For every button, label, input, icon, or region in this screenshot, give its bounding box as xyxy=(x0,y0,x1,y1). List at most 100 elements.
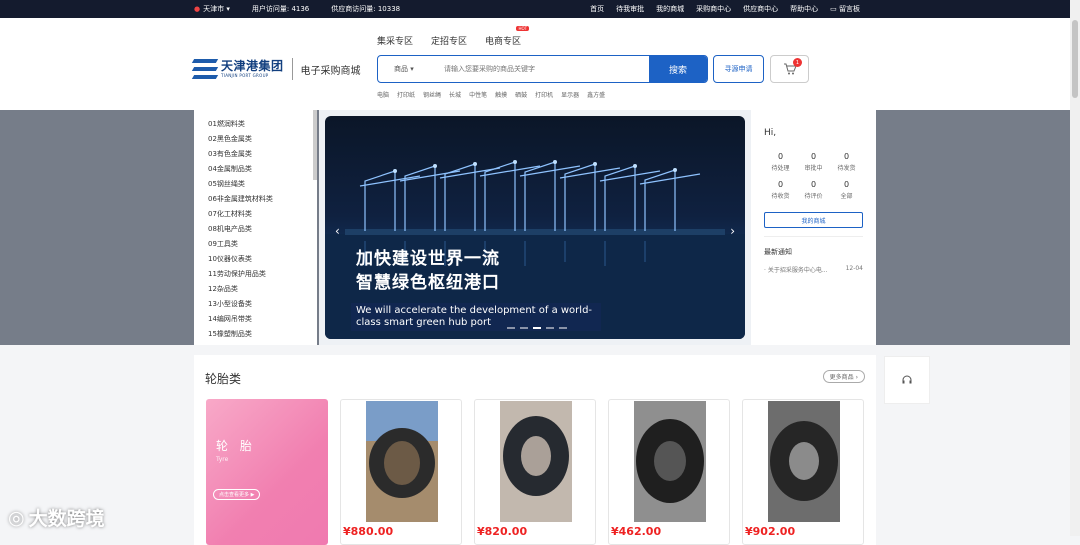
promo-subtitle: Tyre xyxy=(216,456,229,463)
category-item[interactable]: 03有色金属类 xyxy=(208,147,317,162)
category-scrollbar[interactable] xyxy=(313,110,317,180)
carousel-dot-active[interactable] xyxy=(533,327,541,329)
carousel-dot[interactable] xyxy=(507,327,515,329)
nav-my-mall[interactable]: 我的商城 xyxy=(656,4,684,14)
arrow-right-icon: › xyxy=(855,374,858,381)
hot-word[interactable]: 显示器 xyxy=(561,90,579,99)
category-item[interactable]: 08机电产品类 xyxy=(208,222,317,237)
nav-help[interactable]: 帮助中心 xyxy=(790,4,818,14)
hot-word[interactable]: 打印纸 xyxy=(397,90,415,99)
customer-service-button[interactable] xyxy=(884,356,930,404)
hot-badge: HOT xyxy=(516,26,530,31)
category-item[interactable]: 06非金属建筑材料类 xyxy=(208,192,317,207)
category-promo-card[interactable]: 轮 胎 Tyre 点击查看更多 ▶ xyxy=(206,399,328,545)
category-item[interactable]: 01燃润料类 xyxy=(208,117,317,132)
search-button[interactable]: 搜索 xyxy=(649,56,707,82)
hot-word[interactable]: 硒鼓 xyxy=(515,90,527,99)
more-products-button[interactable]: 更多商品 › xyxy=(822,370,865,383)
hot-word[interactable]: 电脑 xyxy=(377,90,389,99)
hot-word[interactable]: 钢丝绳 xyxy=(423,90,441,99)
tyre-image xyxy=(634,401,706,522)
carousel-next-arrow-icon[interactable]: › xyxy=(730,224,735,238)
message-icon: ▭ xyxy=(830,5,837,13)
user-greeting: Hi, xyxy=(764,128,777,138)
banner-carousel: 加快建设世界一流 智慧绿色枢纽港口 We will accelerate the… xyxy=(319,110,751,345)
product-card[interactable]: ¥462.00 xyxy=(608,399,730,545)
cart-button[interactable]: 1 xyxy=(770,55,809,83)
hot-word[interactable]: 打印机 xyxy=(535,90,553,99)
category-item[interactable]: 04金属制品类 xyxy=(208,162,317,177)
stat-to-receive[interactable]: 0 待收货 xyxy=(764,180,797,200)
category-item[interactable]: 10仪器仪表类 xyxy=(208,252,317,267)
nav-approval[interactable]: 待我审批 xyxy=(616,4,644,14)
notice-item[interactable]: · 关于招采服务中心电... 12-04 xyxy=(764,265,863,274)
logo-mark-icon xyxy=(191,59,219,79)
top-bar: ● 天津市 ▾ 用户访问量: 4136 供应商访问量: 10338 首页 待我审批… xyxy=(0,0,1080,18)
hot-search-words: 电脑 打印纸 钢丝绳 长城 中性笔 触摸 硒鼓 打印机 显示器 鑫方盛 xyxy=(377,90,605,99)
product-price: ¥820.00 xyxy=(477,525,528,538)
tyre-image xyxy=(768,401,840,522)
product-card[interactable]: ¥902.00 xyxy=(742,399,864,545)
category-item[interactable]: 12杂品类 xyxy=(208,282,317,297)
nav-buyer-center[interactable]: 采购商中心 xyxy=(696,4,731,14)
location-pin-icon: ● xyxy=(194,5,201,13)
product-price: ¥462.00 xyxy=(611,525,662,538)
search-bar: 商品 ▾ 搜索 xyxy=(377,55,708,83)
nav-home[interactable]: 首页 xyxy=(590,4,604,14)
hot-word[interactable]: 中性笔 xyxy=(469,90,487,99)
product-card[interactable]: ¥880.00 xyxy=(340,399,462,545)
nav-message-board[interactable]: ▭ 留言板 xyxy=(830,4,860,14)
scrollbar-thumb[interactable] xyxy=(1072,20,1078,98)
watermark-logo-icon: ◎ xyxy=(8,506,25,529)
hot-word[interactable]: 鑫方盛 xyxy=(587,90,605,99)
nav-supplier-center[interactable]: 供应商中心 xyxy=(743,4,778,14)
tyre-section: 轮胎类 更多商品 › 轮 胎 Tyre 点击查看更多 ▶ ¥880.00 ¥82… xyxy=(194,355,876,545)
category-item[interactable]: 13小型设备类 xyxy=(208,297,317,312)
city-selector[interactable]: ● 天津市 ▾ xyxy=(194,4,230,14)
hot-word[interactable]: 长城 xyxy=(449,90,461,99)
user-panel: Hi, 0 待处理 0 审批中 0 待发货 0 待收货 0 待评价 0 全部 我的商城 最新… xyxy=(751,110,876,345)
my-mall-button[interactable]: 我的商城 xyxy=(764,212,863,228)
divider xyxy=(764,236,863,237)
search-category-select[interactable]: 商品 ▾ xyxy=(378,56,430,82)
category-item[interactable]: 14编网吊带类 xyxy=(208,312,317,327)
product-card[interactable]: ¥820.00 xyxy=(474,399,596,545)
headset-icon xyxy=(902,375,912,384)
tab-fixed-tender[interactable]: 定招专区 xyxy=(431,34,467,47)
zone-tabs: 集采专区 定招专区 电商专区 HOT xyxy=(377,26,530,47)
category-item[interactable]: 02黑色金属类 xyxy=(208,132,317,147)
page-scrollbar[interactable] xyxy=(1070,0,1080,536)
hot-word[interactable]: 触摸 xyxy=(495,90,507,99)
product-price: ¥880.00 xyxy=(343,525,394,538)
category-item[interactable]: 09工具类 xyxy=(208,237,317,252)
site-logo[interactable]: 天津港集团 TIANJIN PORT GROUP 电子采购商城 xyxy=(191,58,361,80)
banner-slide[interactable]: 加快建设世界一流 智慧绿色枢纽港口 We will accelerate the… xyxy=(325,116,745,339)
promo-view-more-button[interactable]: 点击查看更多 ▶ xyxy=(213,489,261,500)
promo-title: 轮 胎 xyxy=(216,439,256,453)
search-input[interactable] xyxy=(430,56,649,82)
stat-all[interactable]: 0 全部 xyxy=(830,180,863,200)
carousel-dot[interactable] xyxy=(520,327,528,329)
notice-text: · 关于招采服务中心电... xyxy=(764,267,828,274)
category-item[interactable]: 07化工材料类 xyxy=(208,207,317,222)
tyre-image xyxy=(500,401,572,522)
carousel-prev-arrow-icon[interactable]: ‹ xyxy=(335,224,340,238)
sourcing-request-button[interactable]: 寻源申请 xyxy=(713,55,764,83)
carousel-dot[interactable] xyxy=(559,327,567,329)
category-item[interactable]: 05钢丝绳类 xyxy=(208,177,317,192)
tab-ecommerce[interactable]: 电商专区 HOT xyxy=(485,26,530,47)
stat-pending[interactable]: 0 待处理 xyxy=(764,152,797,172)
stat-approving[interactable]: 0 审批中 xyxy=(797,152,830,172)
product-price: ¥902.00 xyxy=(745,525,796,538)
order-stats: 0 待处理 0 审批中 0 待发货 0 待收货 0 待评价 0 全部 xyxy=(764,152,863,200)
tab-central-purchase[interactable]: 集采专区 xyxy=(377,34,413,47)
stat-to-review[interactable]: 0 待评价 xyxy=(797,180,830,200)
banner-headline-1: 加快建设世界一流 xyxy=(356,249,500,269)
carousel-dot[interactable] xyxy=(546,327,554,329)
category-item[interactable]: 11劳动保护用品类 xyxy=(208,267,317,282)
section-title: 轮胎类 xyxy=(205,372,242,386)
category-item[interactable]: 15橡塑制品类 xyxy=(208,327,317,342)
logo-en: TIANJIN PORT GROUP xyxy=(221,73,269,78)
play-icon: ▶ xyxy=(250,492,255,498)
stat-to-ship[interactable]: 0 待发货 xyxy=(830,152,863,172)
